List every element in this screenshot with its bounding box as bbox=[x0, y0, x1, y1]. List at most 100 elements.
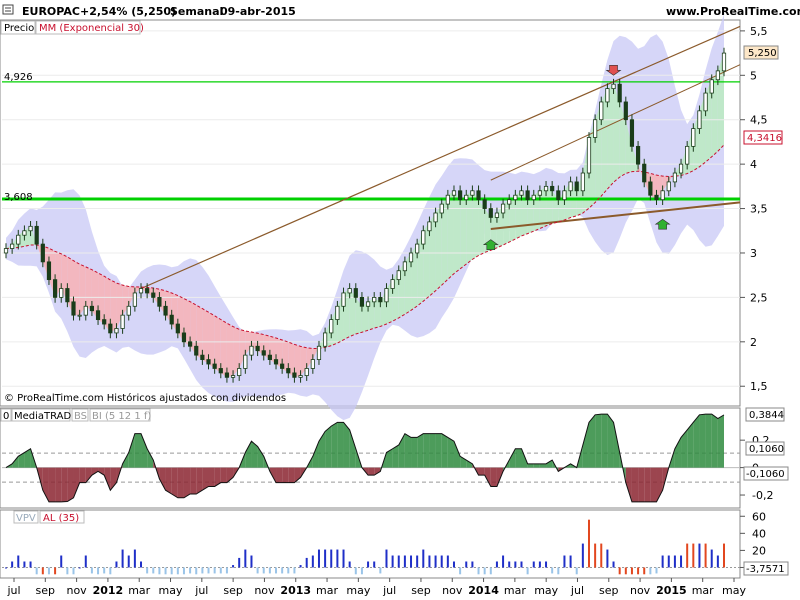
osc-positive bbox=[601, 414, 608, 468]
volume-bar bbox=[508, 561, 511, 568]
volume-bar bbox=[256, 567, 259, 574]
osc-negative bbox=[368, 467, 375, 476]
candle-up bbox=[126, 305, 131, 316]
candle-up bbox=[513, 194, 518, 201]
volume-bar bbox=[195, 567, 198, 575]
candle-up bbox=[408, 252, 414, 263]
candle-up bbox=[421, 230, 426, 245]
volume-bar bbox=[452, 561, 455, 568]
legend-price[interactable]: Precio bbox=[4, 23, 34, 34]
volume-bar bbox=[250, 555, 253, 568]
x-tick-label: nov bbox=[442, 584, 463, 597]
x-tick-label: may bbox=[722, 584, 746, 597]
candle-up bbox=[138, 288, 144, 294]
price-y-tick-label: 1,5 bbox=[750, 380, 768, 393]
candle-up bbox=[562, 190, 567, 201]
osc-negative bbox=[478, 467, 485, 476]
candle-down bbox=[169, 314, 174, 325]
candle-up bbox=[329, 319, 334, 334]
volume-bar bbox=[281, 567, 284, 574]
volume-bar bbox=[680, 555, 683, 568]
indicator-value-tag: 0,3844 bbox=[745, 407, 785, 422]
volume-bar bbox=[23, 561, 26, 568]
osc-positive bbox=[325, 426, 332, 468]
volume-bar bbox=[673, 555, 676, 568]
osc-negative bbox=[190, 467, 197, 494]
volume-y-tick-label: 20 bbox=[752, 544, 766, 557]
candle-down bbox=[261, 350, 266, 356]
volume-bar bbox=[158, 567, 161, 575]
candle-up bbox=[16, 234, 21, 245]
candle-up bbox=[323, 332, 328, 347]
volume-bar bbox=[275, 567, 278, 574]
osc-positive bbox=[435, 433, 442, 468]
candle-up bbox=[28, 225, 33, 232]
candle-up bbox=[685, 145, 690, 165]
volume-bar bbox=[379, 567, 382, 574]
volume-bar bbox=[440, 555, 443, 568]
last-price-tag: 5,250 bbox=[743, 45, 779, 60]
volume-bar bbox=[495, 561, 498, 568]
candle-down bbox=[359, 296, 365, 307]
volume-bar bbox=[416, 555, 419, 568]
candle-up bbox=[415, 243, 420, 254]
osc-negative bbox=[644, 467, 651, 502]
volume-bar bbox=[225, 567, 228, 574]
x-tick-label: 2014 bbox=[468, 584, 499, 597]
x-tick-label: jul bbox=[382, 584, 396, 597]
volume-bar bbox=[483, 567, 486, 575]
candle-up bbox=[678, 163, 684, 174]
candle-up bbox=[230, 375, 236, 378]
volume-bar bbox=[287, 567, 290, 574]
volume-bar bbox=[84, 555, 87, 568]
x-tick-label: may bbox=[346, 584, 370, 597]
candle-down bbox=[292, 372, 297, 378]
candle-up bbox=[697, 110, 702, 130]
candle-up bbox=[439, 203, 444, 214]
candle-down bbox=[95, 310, 101, 321]
svg-text:0,1060: 0,1060 bbox=[749, 444, 784, 455]
x-tick-label: mar bbox=[128, 584, 150, 597]
volume-bar bbox=[115, 561, 118, 568]
volume-bar bbox=[502, 555, 505, 568]
volume-bar bbox=[575, 567, 578, 575]
chart-header: EUROPAC +2,54% (5,250) Semanal 09-abr-20… bbox=[0, 0, 800, 20]
volume-bar bbox=[97, 567, 100, 575]
osc-negative bbox=[208, 467, 215, 487]
candle-up bbox=[611, 83, 616, 90]
volume-bar bbox=[60, 555, 63, 568]
x-tick-label: nov bbox=[254, 584, 275, 597]
volume-bar bbox=[397, 555, 400, 568]
candle-down bbox=[102, 319, 107, 325]
x-tick-label: 2013 bbox=[280, 584, 311, 597]
candle-up bbox=[298, 375, 303, 378]
candle-down bbox=[629, 119, 635, 147]
osc-positive bbox=[441, 433, 448, 468]
header-change: +2,54% (5,250) bbox=[80, 5, 176, 18]
price-y-tick-label: 3,5 bbox=[750, 203, 768, 216]
candle-down bbox=[623, 101, 628, 121]
osc-positive bbox=[717, 414, 724, 468]
legend-mediatrad[interactable]: MediaTRAD bbox=[14, 411, 72, 422]
candle-down bbox=[642, 163, 647, 183]
osc-negative bbox=[282, 467, 289, 483]
osc-negative bbox=[177, 467, 184, 498]
osc-negative bbox=[61, 467, 68, 502]
candle-up bbox=[531, 194, 536, 201]
volume-bar bbox=[667, 555, 670, 568]
price-y-tick-label: 4,5 bbox=[750, 114, 768, 127]
volume-bar bbox=[293, 567, 296, 574]
volume-bar bbox=[109, 567, 112, 575]
legend-ma[interactable]: MM (Exponencial 30) bbox=[39, 23, 144, 34]
candle-down bbox=[89, 305, 95, 312]
candle-up bbox=[537, 190, 542, 196]
legend-al[interactable]: AL (35) bbox=[43, 513, 79, 524]
price-y-tick-label: 3 bbox=[750, 247, 757, 260]
price-y-tick-label: 5 bbox=[750, 69, 757, 82]
candle-up bbox=[507, 199, 512, 205]
header-symbol: EUROPAC bbox=[22, 5, 80, 18]
volume-bar bbox=[532, 561, 535, 568]
osc-positive bbox=[515, 448, 522, 468]
candle-up bbox=[660, 190, 665, 201]
volume-bar bbox=[311, 555, 314, 568]
